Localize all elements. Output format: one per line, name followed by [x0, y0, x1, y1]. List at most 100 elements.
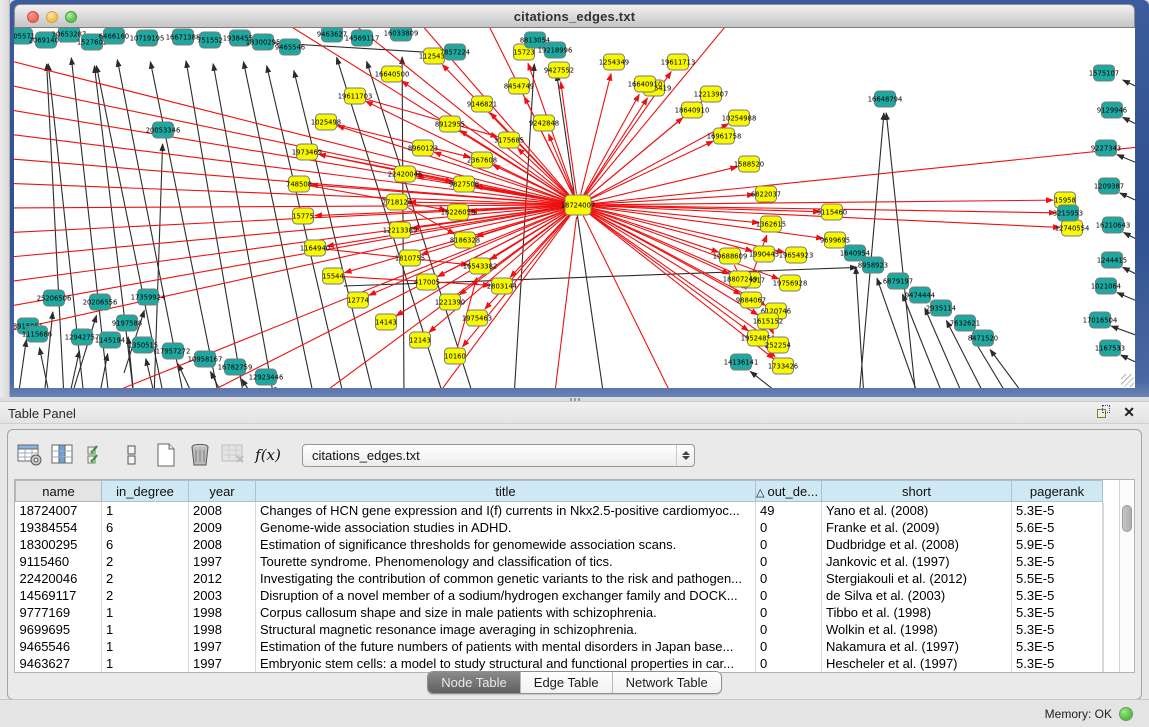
close-panel-icon[interactable]: ✕ — [1123, 405, 1135, 419]
citation-edge-black[interactable] — [1117, 293, 1135, 304]
network-node[interactable]: 1254349 — [599, 54, 629, 70]
citation-edge-black[interactable] — [1117, 155, 1135, 166]
network-node[interactable]: 2803144 — [487, 278, 517, 294]
citation-edge-red[interactable] — [524, 97, 573, 195]
network-node[interactable]: 3215953 — [1053, 205, 1083, 221]
column-header-short[interactable]: short — [822, 481, 1012, 502]
network-node[interactable]: 9242848 — [529, 115, 559, 131]
citation-edge-black[interactable] — [1123, 267, 1135, 278]
network-node[interactable]: 1575107 — [1089, 65, 1119, 81]
table-settings-icon[interactable] — [14, 439, 46, 471]
network-node[interactable]: 10719195 — [130, 30, 165, 46]
network-node[interactable]: 1362615 — [756, 216, 786, 232]
network-node[interactable]: 16033809 — [384, 28, 419, 41]
network-node[interactable]: 1588520 — [734, 156, 764, 172]
citation-edge-red[interactable] — [589, 200, 1053, 205]
citation-edge-black[interactable] — [990, 350, 1026, 388]
citation-edge-black[interactable] — [1123, 117, 1135, 128]
citation-edge-black[interactable] — [1111, 326, 1135, 338]
citation-edge-black[interactable] — [557, 74, 604, 388]
network-node[interactable]: 18724007 — [561, 195, 596, 215]
table-row[interactable]: 1938455462009Genome-wide association stu… — [16, 519, 1104, 536]
citation-edge-red[interactable] — [584, 98, 647, 196]
network-node[interactable]: 1145194 — [95, 332, 125, 348]
citation-edge-black[interactable] — [146, 359, 154, 388]
new-document-icon[interactable] — [150, 439, 182, 471]
network-node[interactable]: 1350515 — [128, 337, 158, 353]
network-node[interactable]: 1025498 — [311, 114, 341, 130]
network-node[interactable]: 1021064 — [1091, 278, 1121, 294]
row-select-icon[interactable] — [82, 439, 114, 471]
network-node[interactable]: 14136141 — [724, 354, 759, 370]
citation-edge-red[interactable] — [554, 217, 577, 388]
network-node[interactable]: 9129946 — [1097, 102, 1127, 118]
network-node[interactable]: 252254 — [765, 337, 791, 353]
network-node[interactable]: 19756928 — [773, 275, 808, 291]
network-node[interactable]: 9827508 — [449, 176, 479, 192]
network-window-titlebar[interactable]: citations_edges.txt — [14, 4, 1135, 28]
network-node[interactable]: 3175685 — [494, 132, 524, 148]
network-node[interactable]: 1990445 — [749, 246, 779, 262]
network-node[interactable]: 8186328 — [450, 232, 480, 248]
network-node[interactable]: 6822037 — [751, 186, 781, 202]
network-node[interactable]: 12740554 — [1055, 220, 1090, 236]
citation-edge-red[interactable] — [14, 206, 566, 233]
table-row[interactable]: 969969511998Structural magnetic resonanc… — [16, 621, 1104, 638]
network-node[interactable]: 9427552 — [544, 62, 574, 78]
network-node[interactable]: 1975463 — [462, 310, 492, 326]
scrollbar-thumb[interactable] — [1122, 505, 1132, 532]
network-node[interactable]: 9474444 — [905, 287, 935, 303]
network-node[interactable]: 25206506 — [37, 290, 72, 306]
function-builder-icon[interactable]: f(x) — [252, 439, 284, 471]
citation-edge-black[interactable] — [275, 387, 286, 388]
network-node[interactable]: 10688609 — [713, 248, 748, 264]
tab-edge-table[interactable]: Edge Table — [521, 672, 613, 693]
network-node[interactable]: 14143 — [375, 314, 397, 330]
network-node[interactable]: 8960123 — [408, 140, 438, 156]
network-node[interactable]: 19654923 — [779, 247, 814, 263]
citation-edge-black[interactable] — [47, 64, 64, 388]
network-node[interactable]: 9227343 — [1091, 140, 1121, 156]
network-node[interactable]: 10254988 — [722, 110, 757, 126]
network-node[interactable]: 1733426 — [768, 358, 798, 374]
network-node[interactable]: 9884067 — [736, 292, 766, 308]
network-node[interactable]: 18640910 — [675, 102, 710, 118]
network-node[interactable]: 1164940 — [300, 240, 330, 256]
table-row[interactable]: 2242004622012Investigating the contribut… — [16, 570, 1104, 587]
table-row[interactable]: 911546021997Tourette syndrome. Phenomeno… — [16, 553, 1104, 570]
network-canvas[interactable]: 1872400792428483175685236760898275081822… — [14, 28, 1135, 388]
network-node[interactable]: 20053346 — [146, 122, 181, 138]
network-node[interactable]: 417005 — [414, 274, 440, 290]
network-node[interactable]: 9115460 — [817, 204, 847, 220]
network-node[interactable]: 1810755 — [395, 250, 425, 266]
network-node[interactable]: 1615152 — [753, 313, 783, 329]
network-node[interactable]: 748508 — [286, 176, 312, 192]
network-node[interactable]: 751552 — [197, 32, 223, 48]
network-node[interactable]: 17016504 — [1083, 312, 1118, 328]
network-node[interactable]: 12143 — [409, 332, 431, 348]
citation-edge-red[interactable] — [581, 74, 611, 195]
column-header-year[interactable]: year — [189, 481, 256, 502]
citation-edge-black[interactable] — [1124, 233, 1135, 243]
table-scrollbar[interactable] — [1119, 480, 1134, 672]
network-node[interactable]: 8912955 — [435, 116, 465, 132]
table-row[interactable]: 946554611997Estimation of the future num… — [16, 638, 1104, 655]
citation-edge-black[interactable] — [1121, 355, 1135, 366]
left-panel-edge[interactable] — [0, 0, 10, 397]
float-window-icon[interactable] — [1097, 405, 1111, 419]
citation-edge-black[interactable] — [74, 315, 96, 388]
delete-table-icon[interactable] — [218, 439, 250, 471]
zoom-window-button[interactable] — [65, 11, 77, 23]
column-header-in_degree[interactable]: in_degree — [102, 481, 189, 502]
tab-network-table[interactable]: Network Table — [613, 672, 721, 693]
citation-edge-black[interactable] — [69, 351, 79, 388]
citation-edge-black[interactable] — [1123, 80, 1135, 90]
citation-edge-black[interactable] — [178, 364, 194, 388]
network-node[interactable]: 16210643 — [1096, 217, 1131, 233]
citation-edge-red[interactable] — [583, 216, 674, 388]
minimize-window-button[interactable] — [46, 11, 58, 23]
column-settings-icon[interactable] — [48, 439, 80, 471]
table-row[interactable]: 977716911998Corpus callosum shape and si… — [16, 604, 1104, 621]
column-header-pagerank[interactable]: pagerank — [1012, 481, 1103, 502]
citation-edge-black[interactable] — [514, 64, 534, 388]
